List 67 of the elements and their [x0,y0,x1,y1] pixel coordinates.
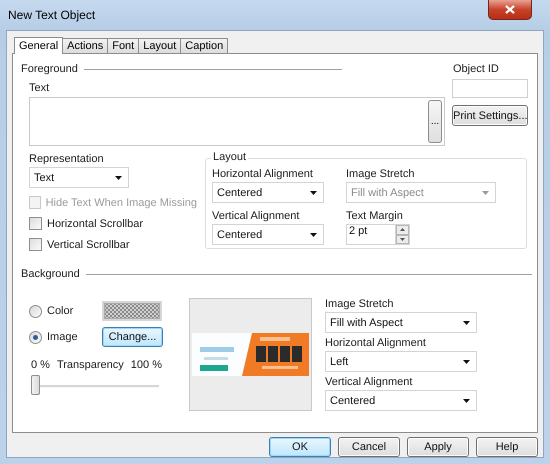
field-label: Text Margin [346,210,404,222]
spinner-field[interactable]: 2 pt [346,224,410,245]
tab[interactable]: Actions [62,38,108,53]
checkbox[interactable] [29,217,42,230]
close-icon [505,5,515,14]
field-label: Image Stretch [325,298,394,310]
tab[interactable]: Layout [138,38,182,53]
dropdown-value: Left [330,356,348,368]
field-label: Representation [29,153,105,165]
window-title: New Text Object [7,8,96,22]
change-button[interactable]: Change... [102,327,163,347]
transparency-slider[interactable] [31,375,159,397]
tab[interactable]: General [14,37,64,54]
print-settings-button[interactable]: Print Settings... [452,105,528,126]
dropdown-value: Fill with Aspect [351,186,424,198]
color-swatch[interactable] [102,301,162,321]
browse-button[interactable]: ... [428,100,442,143]
spinner-value: 2 pt [349,225,368,239]
dropdown[interactable]: Centered [212,182,324,203]
slider-max-label: 100 % [130,359,162,371]
dialog-button[interactable]: Apply [407,437,469,457]
input-field[interactable] [452,79,528,98]
dialog-button[interactable]: Cancel [338,437,400,457]
checkbox-label: Hide Text When Image Missing [46,196,197,208]
dropdown[interactable]: Text [29,167,129,188]
field-label: Text [29,82,50,94]
radio-button[interactable] [29,304,42,318]
dropdown[interactable]: Centered [325,390,477,411]
field-label: Vertical Alignment [212,210,300,222]
field-label: Horizontal Alignment [325,337,427,349]
dropdown-value: Centered [217,186,262,198]
field-label: Image Stretch [346,168,416,180]
dropdown-arrow-icon [463,398,470,402]
text-input[interactable]: ... [29,97,445,146]
dropdown[interactable]: Centered [212,224,324,245]
dropdown-value: Centered [330,394,376,406]
section-title: Foreground [21,63,78,75]
field-label: Object ID [453,63,500,75]
tab[interactable]: Caption [180,38,228,53]
checkbox-label: Horizontal Scrollbar [47,218,143,230]
dropdown-arrow-icon [482,190,489,194]
slider-label: Transparency [56,359,124,371]
dropdown[interactable]: Left [325,351,477,372]
slider-min-label: 0 % [31,359,50,371]
slider-thumb[interactable] [31,375,40,395]
checkbox[interactable] [29,238,42,251]
field-label: Horizontal Alignment [212,168,314,180]
checkbox-label: Vertical Scrollbar [47,238,130,250]
dropdown-arrow-icon [463,320,470,324]
close-button[interactable] [488,0,532,20]
dropdown-value: Text [34,172,54,184]
radio-label: Color [47,305,74,317]
dropdown-value: Centered [217,228,262,240]
dropdown-value: Fill with Aspect [330,316,403,328]
dialog-button[interactable]: Help [476,437,538,457]
tab[interactable]: Font [107,38,140,53]
dropdown-arrow-icon [115,176,122,180]
radio-button[interactable] [29,330,42,344]
field-label: Vertical Alignment [325,376,414,388]
radio-label: Image [47,331,78,343]
dialog-button[interactable]: OK [269,437,331,457]
dropdown[interactable]: Fill with Aspect [325,312,477,333]
dropdown-arrow-icon [463,360,470,364]
dropdown-arrow-icon [310,232,317,236]
section-title: Background [21,268,80,280]
dropdown-arrow-icon [310,190,317,194]
group-title: Layout [211,151,248,163]
